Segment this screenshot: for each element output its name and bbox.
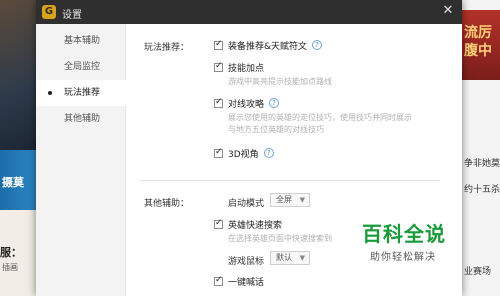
- option-skill-points[interactable]: 技能加点: [214, 60, 264, 74]
- title-bar: G 设置 ✕: [36, 0, 462, 24]
- option-label: 对线攻略: [228, 99, 265, 110]
- sidebar-item-other[interactable]: 其他辅助: [36, 106, 126, 132]
- window-title: 设置: [62, 10, 82, 21]
- close-icon[interactable]: ✕: [440, 3, 456, 19]
- option-description: 游戏中高亮提示技能加点路线: [228, 77, 332, 86]
- background-line: 争非她莫属: [464, 159, 500, 169]
- active-dot-icon: [48, 91, 52, 95]
- launch-mode-label: 启动模式: [228, 199, 265, 209]
- option-label: 技能加点: [228, 63, 265, 74]
- background-left-panel: 摄莫 服： 插画: [0, 0, 36, 296]
- background-banner: 流厉 腹中: [462, 10, 500, 80]
- option-lane-guide[interactable]: 对线攻略 ?: [214, 96, 280, 110]
- checkbox[interactable]: [214, 218, 223, 229]
- sidebar-item-gameplay[interactable]: 玩法推荐: [36, 80, 126, 106]
- background-band-text: 摄莫: [2, 176, 24, 189]
- sidebar-item-label: 全局监控: [64, 62, 101, 72]
- help-icon[interactable]: ?: [269, 98, 280, 108]
- sidebar-item-label: 其他辅助: [64, 114, 101, 124]
- option-hero-search[interactable]: 英雄快速搜索: [214, 217, 282, 231]
- launch-mode-select[interactable]: 全屏 ▼: [270, 193, 310, 207]
- mouse-select[interactable]: 默认 ▼: [270, 251, 310, 265]
- section-label-gameplay: 玩法推荐：: [144, 43, 190, 53]
- sidebar-item-global-monitor[interactable]: 全局监控: [36, 54, 126, 80]
- watermark-title: 百科全说: [362, 222, 446, 246]
- background-hero-art: [0, 0, 36, 150]
- option-description: 与地方五位英雄的对线技巧: [228, 125, 324, 134]
- option-label: 英雄快速搜索: [228, 220, 283, 231]
- background-card: 服： 插画: [0, 210, 36, 296]
- settings-sidebar: 基本辅助 全局监控 玩法推荐 其他辅助: [36, 24, 126, 296]
- background-line: 约十五杀: [464, 185, 500, 195]
- option-3d-view[interactable]: 3D视角 ?: [214, 146, 274, 160]
- help-icon[interactable]: ?: [263, 148, 274, 158]
- watermark: 百科全说 助你轻松解决: [352, 212, 462, 272]
- option-quick-shout[interactable]: 一键喊话: [214, 274, 264, 288]
- section-divider: [140, 180, 440, 181]
- background-blue-band: 摄莫: [0, 150, 36, 210]
- background-right-panel: 流厉 腹中 争非她莫属 约十五杀 业赛场: [462, 0, 500, 296]
- section-label-other: 其他辅助：: [144, 199, 190, 209]
- chevron-down-icon: ▼: [299, 196, 305, 204]
- option-label: 3D视角: [228, 149, 259, 160]
- background-line: 业赛场: [464, 267, 492, 277]
- watermark-subtitle: 助你轻松解决: [370, 252, 436, 263]
- background-card-title: 服：: [0, 246, 22, 259]
- checkbox[interactable]: [214, 39, 223, 50]
- background-card-sub: 插画: [2, 263, 18, 272]
- mouse-value: 默认: [276, 253, 292, 262]
- option-label: 装备推荐&天赋符文: [228, 41, 308, 52]
- option-description: 在选择英雄页面中快速搜索到: [228, 234, 332, 243]
- launch-mode-value: 全屏: [276, 195, 292, 204]
- app-logo-icon: G: [42, 5, 56, 19]
- help-icon[interactable]: ?: [312, 40, 323, 50]
- option-description: 展示您使用的英雄的走位技巧，使用技巧并同时展示: [228, 113, 412, 122]
- sidebar-item-label: 基本辅助: [64, 36, 101, 46]
- mouse-label: 游戏鼠标: [228, 257, 265, 267]
- checkbox[interactable]: [214, 61, 223, 72]
- checkbox[interactable]: [214, 147, 223, 158]
- sidebar-item-label: 玩法推荐: [64, 88, 101, 98]
- chevron-down-icon: ▼: [299, 254, 305, 262]
- sidebar-item-basic[interactable]: 基本辅助: [36, 28, 126, 54]
- checkbox[interactable]: [214, 275, 223, 286]
- background-banner-text: 流厉 腹中: [464, 25, 492, 59]
- option-label: 一键喊话: [228, 277, 265, 288]
- checkbox[interactable]: [214, 97, 223, 108]
- option-equipment-runes[interactable]: 装备推荐&天赋符文 ?: [214, 38, 323, 52]
